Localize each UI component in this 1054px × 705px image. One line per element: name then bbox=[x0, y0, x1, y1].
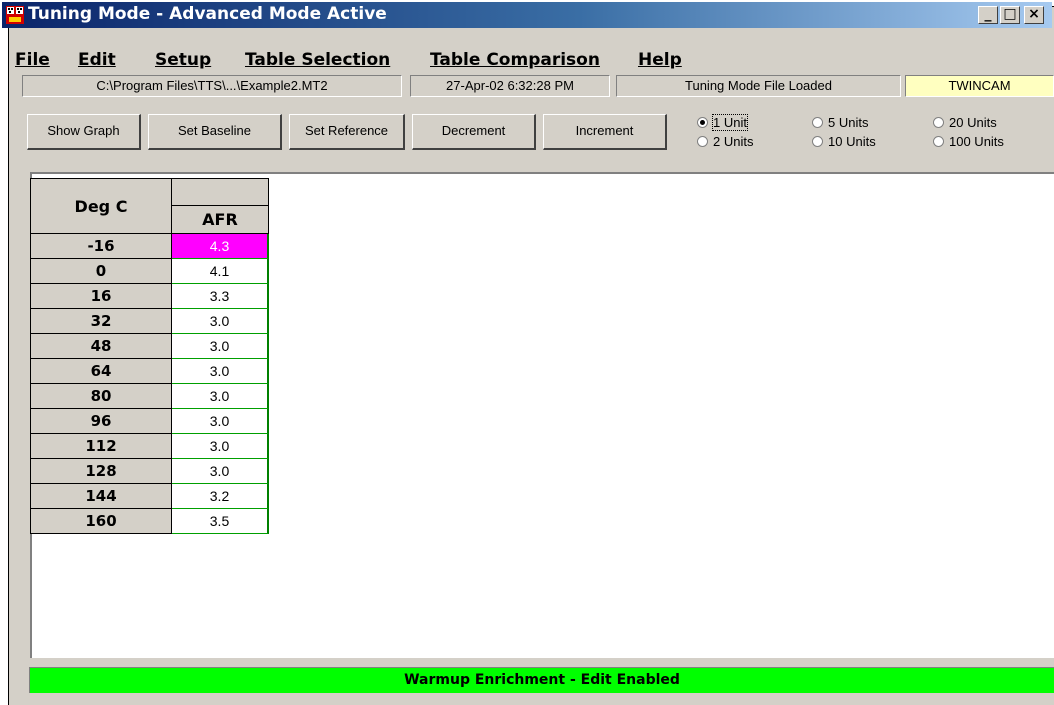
afr-cell[interactable]: 3.5 bbox=[172, 509, 269, 534]
menu-setup[interactable]: Setup bbox=[155, 50, 211, 70]
row-temperature: 144 bbox=[30, 484, 172, 509]
table-row: 96 3.0 bbox=[30, 409, 269, 434]
radio-indicator-icon bbox=[812, 136, 823, 147]
afr-cell[interactable]: 3.0 bbox=[172, 334, 269, 359]
table-row: 32 3.0 bbox=[30, 309, 269, 334]
radio-10-units[interactable]: 10 Units bbox=[812, 135, 876, 149]
afr-cell[interactable]: 3.0 bbox=[172, 409, 269, 434]
menu-edit[interactable]: Edit bbox=[78, 50, 116, 70]
afr-cell[interactable]: 3.0 bbox=[172, 359, 269, 384]
table-row: 112 3.0 bbox=[30, 434, 269, 459]
set-baseline-button[interactable]: Set Baseline bbox=[148, 114, 282, 150]
afr-cell[interactable]: 3.3 bbox=[172, 284, 269, 309]
radio-indicator-icon bbox=[933, 117, 944, 128]
table-row: 80 3.0 bbox=[30, 384, 269, 409]
afr-cell[interactable]: 3.0 bbox=[172, 459, 269, 484]
afr-cell[interactable]: 4.1 bbox=[172, 259, 269, 284]
radio-5-units[interactable]: 5 Units bbox=[812, 116, 868, 130]
table-row: 48 3.0 bbox=[30, 334, 269, 359]
increment-button[interactable]: Increment bbox=[543, 114, 667, 150]
radio-20-units[interactable]: 20 Units bbox=[933, 116, 997, 130]
row-temperature: 96 bbox=[30, 409, 172, 434]
afr-cell[interactable]: 4.3 bbox=[172, 234, 269, 259]
file-path-status: C:\Program Files\TTS\...\Example2.MT2 bbox=[22, 75, 402, 97]
state-status: Tuning Mode File Loaded bbox=[616, 75, 901, 97]
radio-label: 2 Units bbox=[713, 134, 754, 149]
row-temperature: 128 bbox=[30, 459, 172, 484]
radio-indicator-icon bbox=[812, 117, 823, 128]
menu-table-selection[interactable]: Table Selection bbox=[245, 50, 390, 70]
radio-label: 10 Units bbox=[828, 134, 876, 149]
radio-label: 100 Units bbox=[949, 134, 1004, 149]
title-bar[interactable]: Tuning Mode - Advanced Mode Active _ □ × bbox=[2, 2, 1052, 28]
row-temperature: 160 bbox=[30, 509, 172, 534]
window-title: Tuning Mode - Advanced Mode Active bbox=[28, 4, 387, 24]
afr-cell[interactable]: 3.0 bbox=[172, 434, 269, 459]
table-row: -16 4.3 bbox=[30, 234, 269, 259]
decrement-button[interactable]: Decrement bbox=[412, 114, 536, 150]
maximize-button[interactable]: □ bbox=[1000, 6, 1020, 24]
afr-cell[interactable]: 3.0 bbox=[172, 309, 269, 334]
row-temperature: 0 bbox=[30, 259, 172, 284]
afr-cell[interactable]: 3.2 bbox=[172, 484, 269, 509]
radio-indicator-icon bbox=[697, 117, 708, 128]
engine-status: TWINCAM bbox=[905, 75, 1054, 97]
radio-indicator-icon bbox=[933, 136, 944, 147]
column-header-title: AFR bbox=[172, 206, 269, 234]
row-temperature: 48 bbox=[30, 334, 172, 359]
radio-label: 1 Unit bbox=[712, 114, 748, 131]
row-temperature: 16 bbox=[30, 284, 172, 309]
column-header-spacer bbox=[172, 178, 269, 206]
table-row: 160 3.5 bbox=[30, 509, 269, 534]
timestamp-status: 27-Apr-02 6:32:28 PM bbox=[410, 75, 610, 97]
edit-status-bar: Warmup Enrichment - Edit Enabled bbox=[29, 667, 1054, 693]
menu-help[interactable]: Help bbox=[638, 50, 682, 70]
minimize-button[interactable]: _ bbox=[978, 6, 998, 24]
app-logo-icon bbox=[6, 6, 24, 24]
radio-2-units[interactable]: 2 Units bbox=[697, 135, 753, 149]
table-row: 16 3.3 bbox=[30, 284, 269, 309]
table-row: 0 4.1 bbox=[30, 259, 269, 284]
table-row: 128 3.0 bbox=[30, 459, 269, 484]
close-button[interactable]: × bbox=[1024, 6, 1044, 24]
table-row: 144 3.2 bbox=[30, 484, 269, 509]
row-temperature: 32 bbox=[30, 309, 172, 334]
radio-indicator-icon bbox=[697, 136, 708, 147]
radio-1-unit[interactable]: 1 Unit bbox=[697, 114, 748, 131]
row-temperature: 64 bbox=[30, 359, 172, 384]
table-row: 64 3.0 bbox=[30, 359, 269, 384]
show-graph-button[interactable]: Show Graph bbox=[27, 114, 141, 150]
row-temperature: -16 bbox=[30, 234, 172, 259]
set-reference-button[interactable]: Set Reference bbox=[289, 114, 405, 150]
menu-table-comparison[interactable]: Table Comparison bbox=[430, 50, 600, 70]
radio-label: 5 Units bbox=[828, 115, 869, 130]
row-temperature: 112 bbox=[30, 434, 172, 459]
menu-file[interactable]: File bbox=[15, 50, 50, 70]
afr-cell[interactable]: 3.0 bbox=[172, 384, 269, 409]
row-temperature: 80 bbox=[30, 384, 172, 409]
row-header-title: Deg C bbox=[30, 178, 172, 234]
radio-100-units[interactable]: 100 Units bbox=[933, 135, 1004, 149]
radio-label: 20 Units bbox=[949, 115, 997, 130]
